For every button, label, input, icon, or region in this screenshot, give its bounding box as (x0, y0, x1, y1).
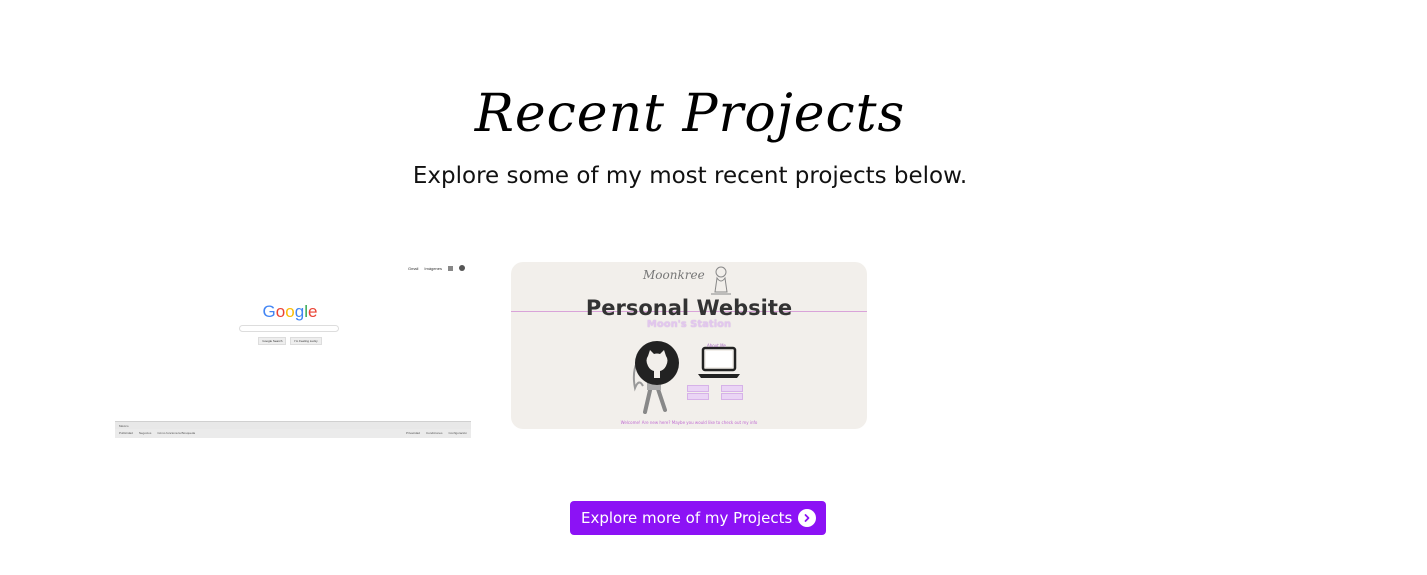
google-logo-letter: o (275, 302, 286, 321)
google-logo-letter: G (262, 302, 276, 321)
apps-grid-icon (448, 265, 453, 271)
google-logo: Google (115, 302, 465, 322)
avatar (459, 265, 465, 271)
footer-link: Publicidad (119, 431, 133, 435)
section-subtitle: Explore some of my most recent projects … (412, 163, 968, 189)
chevron-right-circle-icon (798, 509, 817, 527)
feeling-lucky-button: I'm Feeling Lucky (290, 337, 322, 345)
project-card-google-clone[interactable]: Gmail Imágenes Google Google Search I'm … (115, 262, 471, 438)
google-topbar: Gmail Imágenes (408, 265, 465, 271)
moon-character-icon (711, 266, 731, 295)
section-title: Recent Projects (474, 84, 906, 144)
welcome-text: Welcome! Are new here? Maybe you would l… (620, 420, 758, 425)
personal-site-brand: Moonkree (643, 268, 705, 282)
google-topbar-link: Imágenes (424, 265, 442, 271)
recent-projects-section: Recent Projects Explore some of my most … (0, 0, 1427, 575)
google-logo-letter: o (285, 302, 295, 321)
mini-button (721, 385, 743, 392)
google-search-button: Google Search (258, 337, 287, 345)
about-me-heading: About Me (707, 343, 727, 348)
personal-site-subbrand: Moon's Station (646, 319, 732, 330)
google-buttons: Google Search I'm Feeling Lucky (115, 337, 465, 345)
footer-link: Condiciones (425, 431, 443, 435)
project-title: Personal Website (585, 296, 793, 320)
google-logo-letter: g (294, 302, 305, 321)
google-logo-letter: e (307, 302, 318, 321)
laptop-icon (698, 346, 740, 378)
github-icon (635, 341, 679, 385)
footer-link: Privacidad (405, 431, 420, 435)
explore-more-label: Explore more of my Projects (581, 509, 793, 527)
explore-more-projects-button[interactable]: Explore more of my Projects (570, 501, 827, 535)
google-topbar-link: Gmail (407, 265, 419, 271)
footer-link: Cómo funciona la Búsqueda (157, 431, 196, 435)
google-footer-links: Publicidad Negocios Cómo funciona la Bús… (115, 429, 471, 438)
google-footer-country: México (115, 421, 471, 429)
mini-button (687, 385, 709, 392)
google-search-bar (239, 325, 339, 332)
footer-link: Configuración (448, 431, 467, 435)
mini-button (721, 393, 743, 400)
mini-button (687, 393, 709, 400)
footer-link: Negocios (138, 431, 152, 435)
project-card-personal-website[interactable]: Moonkree Moon's Station About Me Welcome… (511, 262, 867, 429)
